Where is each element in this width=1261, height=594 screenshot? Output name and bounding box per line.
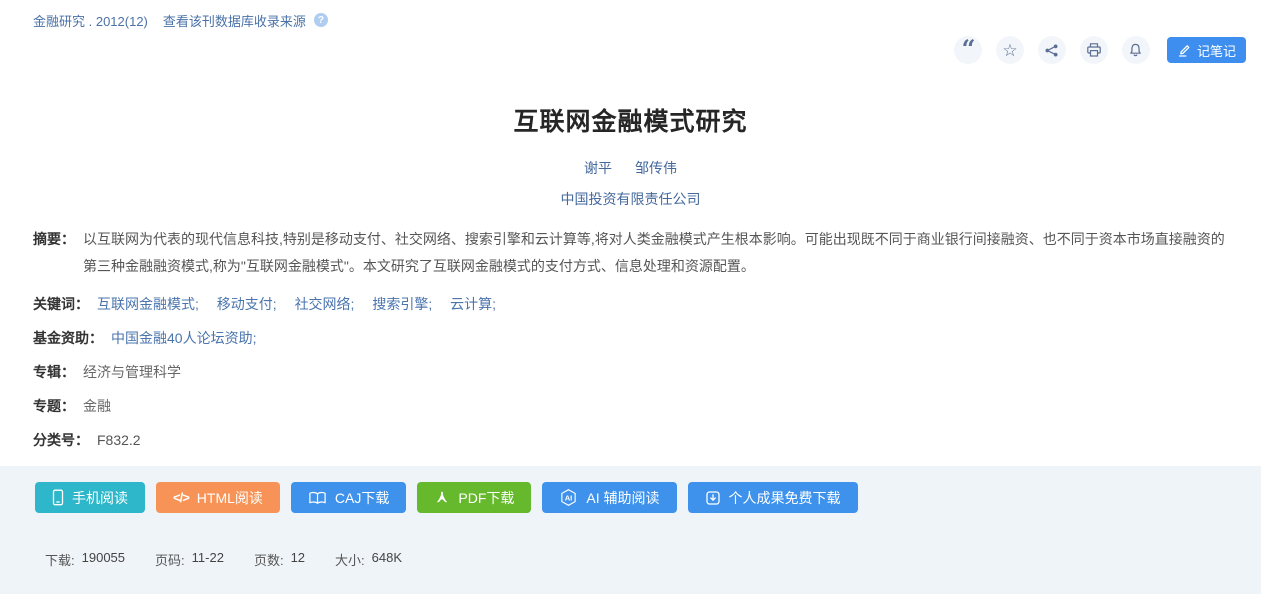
star-icon: ☆	[1002, 42, 1017, 59]
abstract-text: 以互联网为代表的现代信息科技,特别是移动支付、社交网络、搜索引擎和云计算等,将对…	[83, 226, 1236, 280]
album-label: 专辑：	[33, 362, 75, 382]
printer-icon	[1086, 42, 1102, 58]
take-notes-label: 记笔记	[1197, 41, 1236, 60]
print-button[interactable]	[1080, 36, 1108, 64]
code-icon: </>	[173, 490, 189, 505]
pencil-icon	[1177, 43, 1191, 57]
page-range-value: 11-22	[192, 550, 224, 569]
clc-row: 分类号： F832.2	[33, 430, 1236, 450]
ai-assisted-read-label: AI 辅助阅读	[586, 488, 659, 508]
page-range-label: 页码:	[155, 550, 185, 569]
article-stats-row: 下载: 190055 页码: 11-22 页数: 12 大小: 648K	[35, 550, 1261, 569]
ai-icon: AI	[559, 488, 578, 507]
author-link[interactable]: 邹传伟	[635, 158, 677, 178]
page-count-value: 12	[291, 550, 305, 569]
affiliation-row: 中国投资有限责任公司	[0, 189, 1261, 209]
alert-button[interactable]	[1122, 36, 1150, 64]
take-notes-button[interactable]: 记笔记	[1167, 37, 1246, 63]
caj-download-button[interactable]: CAJ下载	[291, 482, 406, 513]
affiliation-link[interactable]: 中国投资有限责任公司	[561, 191, 701, 207]
keyword-link[interactable]: 云计算;	[450, 296, 496, 312]
cite-button[interactable]: “	[954, 36, 982, 64]
share-icon	[1044, 43, 1059, 58]
file-size-stat: 大小: 648K	[335, 550, 402, 569]
topic-value: 金融	[83, 396, 111, 416]
personal-free-download-label: 个人成果免费下载	[729, 488, 841, 508]
svg-text:AI: AI	[565, 493, 573, 502]
abstract-label: 摘要：	[33, 226, 75, 280]
abstract-row: 摘要： 以互联网为代表的现代信息科技,特别是移动支付、社交网络、搜索引擎和云计算…	[33, 226, 1236, 280]
favorite-button[interactable]: ☆	[996, 36, 1024, 64]
album-row: 专辑： 经济与管理科学	[33, 362, 1236, 382]
page-count-stat: 页数: 12	[254, 550, 305, 569]
help-icon[interactable]: ?	[314, 13, 328, 27]
keywords-row: 关键词： 互联网金融模式; 移动支付; 社交网络; 搜索引擎; 云计算;	[33, 294, 1236, 314]
article-detail-page: 金融研究 . 2012(12) 查看该刊数据库收录来源 ? “ ☆	[0, 0, 1261, 594]
personal-free-download-button[interactable]: 个人成果免费下载	[688, 482, 858, 513]
downloads-stat: 下载: 190055	[45, 550, 125, 569]
pdf-download-button[interactable]: PDF下载	[417, 482, 531, 513]
mobile-read-button[interactable]: 手机阅读	[35, 482, 145, 513]
share-button[interactable]	[1038, 36, 1066, 64]
file-size-label: 大小:	[335, 550, 365, 569]
download-section: 手机阅读 </> HTML阅读 CAJ下载 PDF下载	[0, 466, 1261, 594]
html-read-label: HTML阅读	[197, 488, 263, 508]
keyword-link[interactable]: 互联网金融模式;	[97, 296, 199, 312]
file-size-value: 648K	[372, 550, 402, 569]
downloads-value: 190055	[82, 550, 125, 569]
journal-issue-link[interactable]: 金融研究 . 2012(12)	[33, 11, 148, 30]
keyword-link[interactable]: 社交网络;	[295, 296, 355, 312]
clc-value: F832.2	[97, 430, 141, 450]
html-read-button[interactable]: </> HTML阅读	[156, 482, 280, 513]
database-source-link[interactable]: 查看该刊数据库收录来源	[163, 11, 306, 30]
clc-label: 分类号：	[33, 430, 89, 450]
keyword-link[interactable]: 搜索引擎;	[372, 296, 432, 312]
topic-label: 专题：	[33, 396, 75, 416]
pdf-icon	[434, 490, 450, 506]
ai-assisted-read-button[interactable]: AI AI 辅助阅读	[542, 482, 676, 513]
keyword-link[interactable]: 移动支付;	[217, 296, 277, 312]
download-button-row: 手机阅读 </> HTML阅读 CAJ下载 PDF下载	[35, 482, 1261, 513]
article-title: 互联网金融模式研究	[0, 106, 1261, 138]
book-icon	[308, 490, 327, 506]
fund-label: 基金资助：	[33, 328, 103, 348]
phone-icon	[52, 489, 64, 506]
mobile-read-label: 手机阅读	[72, 488, 128, 508]
topic-row: 专题： 金融	[33, 396, 1236, 416]
article-action-row: “ ☆	[0, 36, 1261, 64]
album-value: 经济与管理科学	[83, 362, 181, 382]
keywords-label: 关键词：	[33, 294, 89, 314]
metadata-section: 摘要： 以互联网为代表的现代信息科技,特别是移动支付、社交网络、搜索引擎和云计算…	[33, 226, 1236, 450]
page-range-stat: 页码: 11-22	[155, 550, 224, 569]
author-row: 谢平 邹传伟	[0, 158, 1261, 178]
page-count-label: 页数:	[254, 550, 284, 569]
caj-download-label: CAJ下载	[335, 488, 389, 508]
download-box-icon	[705, 490, 721, 506]
journal-info-row: 金融研究 . 2012(12) 查看该刊数据库收录来源 ?	[0, 0, 1261, 29]
fund-row: 基金资助： 中国金融40人论坛资助;	[33, 328, 1236, 348]
quote-icon: “	[962, 44, 975, 56]
downloads-label: 下载:	[45, 550, 75, 569]
bell-icon	[1128, 42, 1143, 58]
pdf-download-label: PDF下载	[458, 488, 514, 508]
author-link[interactable]: 谢平	[584, 158, 612, 178]
fund-link[interactable]: 中国金融40人论坛资助;	[111, 328, 256, 348]
